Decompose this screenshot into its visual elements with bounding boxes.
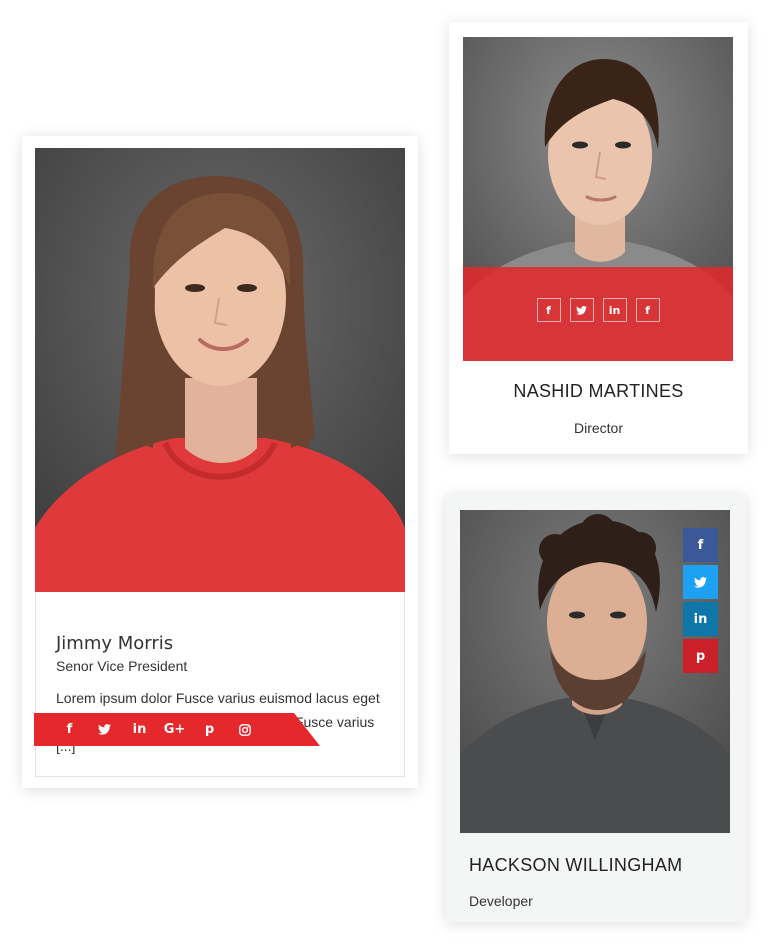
profile-photo: f in p (460, 510, 730, 833)
member-role: Senor Vice President (56, 658, 188, 674)
facebook-icon[interactable]: f (52, 713, 87, 746)
twitter-icon[interactable] (87, 713, 122, 746)
linkedin-icon[interactable]: in (122, 713, 157, 746)
facebook-icon[interactable]: f (536, 298, 561, 322)
pinterest-icon[interactable]: p (192, 713, 227, 746)
instagram-icon[interactable] (227, 713, 262, 746)
member-role: Developer (469, 893, 533, 909)
twitter-icon[interactable] (683, 565, 718, 599)
member-role: Director (573, 420, 623, 436)
member-name[interactable]: Jimmy Morris (56, 633, 386, 654)
profile-photo (35, 148, 405, 592)
member-name[interactable]: NASHID MARTINES (449, 381, 748, 402)
social-overlay: f in f (463, 267, 733, 361)
facebook-icon[interactable]: f (683, 528, 718, 562)
profile-photo: f in f (463, 37, 733, 361)
linkedin-icon[interactable]: in (602, 298, 627, 322)
linkedin-icon[interactable]: in (683, 602, 718, 636)
facebook-icon[interactable]: f (635, 298, 660, 322)
team-card-nashid-martines: f in f NASHID MARTINES Director (449, 22, 748, 454)
member-name[interactable]: HACKSON WILLINGHAM (469, 855, 682, 876)
pinterest-icon[interactable]: p (683, 639, 718, 673)
team-card-hackson-willingham: f in p HACKSON WILLINGHAM Developer (446, 494, 746, 922)
social-stack: f in p (683, 528, 718, 673)
twitter-icon[interactable] (569, 298, 594, 322)
team-card-jimmy-morris: Jimmy Morris Senor Vice President Lorem … (22, 136, 418, 788)
social-strip: f in G+ p (34, 713, 320, 746)
google-plus-icon[interactable]: G+ (157, 713, 192, 746)
card-inner: Jimmy Morris Senor Vice President Lorem … (35, 148, 405, 777)
